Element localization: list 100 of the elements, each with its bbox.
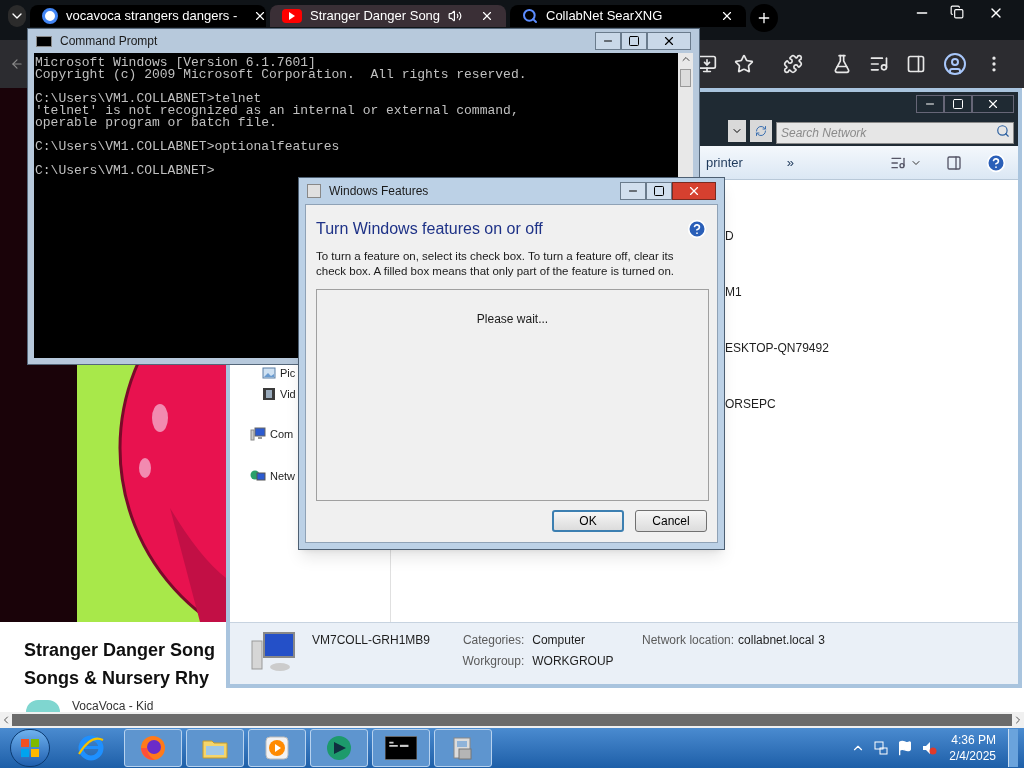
close-icon[interactable] xyxy=(480,9,494,23)
network-computer-name[interactable]: ESKTOP-QN79492 xyxy=(725,339,1018,395)
video-title: Stranger Danger Song xyxy=(24,639,216,662)
help-icon[interactable] xyxy=(687,219,707,239)
dialog-button[interactable]: Cancel xyxy=(635,510,707,532)
browser-tab[interactable]: vocavoca strangers dangers - xyxy=(30,5,266,27)
video-title: Songs & Nursery Rhy xyxy=(24,667,211,690)
close-icon xyxy=(687,184,701,198)
clock-date[interactable]: 2/4/2025 xyxy=(949,748,996,764)
field-label: Categories: xyxy=(461,632,525,649)
nav-item[interactable]: Netw xyxy=(250,469,390,483)
network-computer-name[interactable]: M1 xyxy=(725,283,1018,339)
console-icon xyxy=(385,736,417,760)
dialog-button[interactable]: OK xyxy=(552,510,624,532)
field-value: collabnet.local xyxy=(738,632,815,649)
close-button[interactable] xyxy=(972,95,1014,113)
console-line: C:\Users\VM1.COLLABNET>telnet xyxy=(35,93,263,105)
address-dropdown-button[interactable] xyxy=(728,120,746,142)
play-icon xyxy=(282,9,302,23)
star-icon[interactable] xyxy=(734,54,754,74)
close-icon xyxy=(662,34,676,48)
nav-item[interactable]: Pic xyxy=(262,366,390,380)
refresh-icon xyxy=(755,125,767,137)
search-icon xyxy=(522,8,538,24)
console-line: C:\Users\VM1.COLLABNET> xyxy=(35,165,216,177)
side-panel-icon[interactable] xyxy=(906,54,926,74)
speaker-icon xyxy=(448,9,463,23)
back-icon[interactable] xyxy=(10,57,24,71)
tab-list-button[interactable] xyxy=(8,5,26,27)
status-text: Please wait... xyxy=(476,311,549,328)
console-line: 'telnet' is not recognized as an internal or external command, xyxy=(35,105,520,117)
taskbar-button[interactable] xyxy=(372,729,430,767)
maximize-button[interactable] xyxy=(621,32,647,50)
windows-logo-icon xyxy=(20,738,40,758)
search-icon xyxy=(996,124,1010,138)
network-computer-name[interactable]: D xyxy=(725,227,1018,283)
toolbar-item[interactable]: » xyxy=(786,152,795,173)
browser-icon xyxy=(77,734,105,762)
computer-name: VM7COLL-GRH1MB9 xyxy=(312,632,431,649)
computer-icon xyxy=(250,427,266,441)
toolbar-item[interactable]: printer xyxy=(706,152,743,173)
browser-tab[interactable]: Stranger Danger Song xyxy=(270,5,506,27)
network-computer-name[interactable]: ORSEPC xyxy=(725,395,1018,451)
plus-icon xyxy=(756,10,772,26)
horizontal-scrollbar[interactable] xyxy=(0,712,1024,728)
close-icon xyxy=(986,97,1000,111)
install-icon[interactable] xyxy=(697,54,717,74)
window-title: Command Prompt xyxy=(60,33,159,50)
console-line: operable program or batch file. xyxy=(35,117,278,129)
field-value: Computer xyxy=(532,632,586,649)
picture-folder-icon xyxy=(262,366,276,380)
network-icon xyxy=(250,469,266,483)
muted-speaker-icon[interactable] xyxy=(921,740,938,756)
extensions-icon[interactable] xyxy=(783,54,803,74)
field-label: Workgroup: xyxy=(461,653,525,670)
network-icon[interactable] xyxy=(873,740,890,756)
maximize-button[interactable] xyxy=(646,182,672,200)
console-line: Copyright (c) 2009 Microsoft Corporation. All rights reserved. xyxy=(35,69,528,81)
field-value: WORKGROUP xyxy=(532,653,615,670)
tab-title: Stranger Danger Song xyxy=(310,7,441,26)
flag-icon[interactable] xyxy=(897,740,914,756)
scrollbar-thumb[interactable] xyxy=(12,714,1012,726)
search-field[interactable]: Search Network xyxy=(776,122,1014,144)
restore-icon[interactable] xyxy=(950,5,964,19)
tab-title: vocavoca strangers dangers - xyxy=(66,7,238,26)
flask-icon[interactable] xyxy=(832,54,852,74)
start-button[interactable] xyxy=(10,729,50,767)
close-icon[interactable] xyxy=(720,9,734,23)
help-icon[interactable] xyxy=(986,152,1006,173)
tab-title: CollabNet SearXNG xyxy=(546,7,663,26)
browser-tab[interactable]: CollabNet SearXNG xyxy=(510,5,746,27)
firefox-icon xyxy=(139,734,167,762)
channel-name: VocaVoca - Kid xyxy=(72,700,154,712)
window-title: Windows Features xyxy=(329,183,430,200)
scrollbar-thumb[interactable] xyxy=(680,69,691,87)
maximize-icon xyxy=(628,35,640,47)
preview-pane-icon[interactable] xyxy=(946,154,962,171)
minimize-button[interactable] xyxy=(595,32,621,50)
profile-icon[interactable] xyxy=(943,52,967,76)
playlist-icon[interactable] xyxy=(869,54,889,74)
channel-avatar xyxy=(26,700,60,712)
film-icon xyxy=(262,387,276,401)
minimize-button[interactable] xyxy=(620,182,646,200)
maximize-icon xyxy=(653,185,665,197)
clock-time[interactable]: 4:36 PM xyxy=(951,732,996,748)
taskbar-button[interactable] xyxy=(310,729,368,767)
field-label: Network location: xyxy=(642,632,735,649)
window-icon xyxy=(307,184,321,198)
console-line: Microsoft Windows [Version 6.1.7601] xyxy=(35,57,316,69)
dialog-heading: Turn Windows features on or off xyxy=(316,219,543,239)
field-value: 3 xyxy=(818,632,825,649)
media-player-icon xyxy=(263,734,291,762)
minimize-button[interactable] xyxy=(916,95,944,113)
nav-item[interactable]: Vid xyxy=(262,387,390,401)
refresh-button[interactable] xyxy=(750,120,772,142)
maximize-button[interactable] xyxy=(944,95,972,113)
new-tab-button[interactable] xyxy=(750,4,778,32)
console-icon xyxy=(36,35,52,47)
console-line: C:\Users\VM1.COLLABNET>optionalfeatures xyxy=(35,141,341,153)
nav-item[interactable]: Com xyxy=(250,427,390,441)
